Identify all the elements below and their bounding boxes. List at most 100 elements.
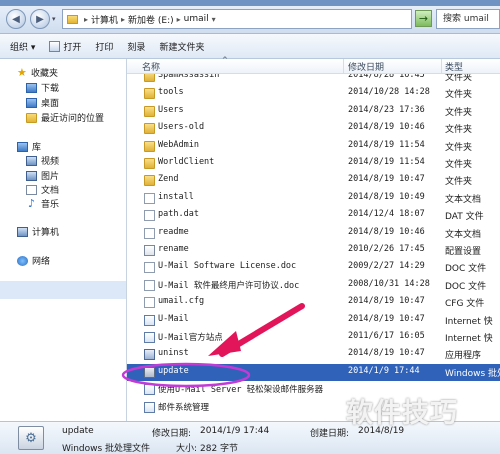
file-date: 2014/8/19 11:54: [348, 157, 425, 167]
file-type: 文件夹: [445, 74, 473, 83]
file-type: 文件夹: [445, 125, 473, 136]
new-folder-button[interactable]: 新建文件夹: [152, 40, 211, 53]
column-divider[interactable]: [441, 59, 442, 73]
nav-item-favorites[interactable]: ★ 收藏夹: [17, 66, 58, 79]
nav-item-libraries[interactable]: 库: [17, 140, 41, 153]
nav-label: 网络: [32, 257, 51, 267]
file-name: U-Mail: [158, 313, 189, 324]
file-name: U-Mail 软件最终用户许可协议.doc: [158, 280, 300, 291]
file-row[interactable]: Users-old 2014/8/19 10:46 文件夹: [127, 120, 500, 138]
nav-selection-highlight: [0, 281, 126, 299]
file-row[interactable]: umail.cfg 2014/8/19 10:47 CFG 文件: [127, 294, 500, 312]
nav-item-desktop[interactable]: 桌面: [26, 96, 59, 109]
watermark-text: 软件技巧: [346, 398, 458, 429]
shortcut-icon: [144, 314, 155, 326]
file-row[interactable]: update 2014/1/9 17:44 Windows 批处: [127, 363, 500, 382]
network-icon: [17, 255, 28, 266]
file-date: 2014/8/19 10:47: [348, 174, 425, 185]
file-name: umail.cfg: [158, 296, 205, 307]
nav-item-network[interactable]: 网络: [17, 254, 50, 267]
folder-icon: [144, 105, 155, 117]
nav-item-computer[interactable]: 计算机: [17, 225, 59, 238]
file-name: Users-old: [158, 122, 205, 133]
column-header-type[interactable]: 类型: [445, 60, 463, 73]
nav-label: 计算机: [32, 228, 60, 238]
file-name: tools: [158, 87, 184, 98]
file-row[interactable]: WebAdmin 2014/8/19 11:54 文件夹: [127, 138, 500, 156]
file-type: 文件夹: [445, 142, 473, 153]
nav-item-downloads[interactable]: 下载: [26, 81, 59, 94]
file-row[interactable]: uninst 2014/8/19 10:47 应用程序: [127, 346, 500, 364]
print-button[interactable]: 打印: [88, 40, 120, 53]
nav-item-recent[interactable]: 最近访问的位置: [26, 111, 104, 124]
back-button[interactable]: ◀: [6, 9, 26, 29]
folder-icon: [144, 175, 155, 187]
file-row[interactable]: U-Mail Software License.doc 2009/2/27 14:…: [127, 259, 500, 277]
file-row[interactable]: Zend 2014/8/19 10:47 文件夹: [127, 172, 500, 190]
video-icon: [26, 155, 37, 166]
file-name: SpamAssassin: [158, 74, 220, 80]
file-name: U-Mail Software License.doc: [158, 261, 297, 272]
nav-label: 最近访问的位置: [41, 114, 105, 124]
library-icon: [17, 141, 28, 152]
breadcrumb-drive[interactable]: 新加卷 (E:): [128, 13, 174, 26]
file-date: 2014/8/19 10:46: [348, 226, 425, 237]
file-type: Windows 批处: [445, 368, 500, 379]
chevron-right-icon[interactable]: ▸: [177, 15, 181, 24]
nav-item-music[interactable]: ♪ 音乐: [26, 197, 60, 211]
shortcut-icon: [144, 401, 155, 413]
file-row[interactable]: U-Mail 2014/8/19 10:47 Internet 快: [127, 312, 500, 330]
chevron-right-icon[interactable]: ▸: [121, 15, 125, 24]
file-date: 2014/8/19 10:47: [348, 296, 425, 307]
file-row[interactable]: Users 2014/8/23 17:36 文件夹: [127, 103, 500, 121]
file-row[interactable]: install 2014/8/19 10:49 文本文档: [127, 190, 500, 208]
file-type: 文件夹: [445, 160, 473, 170]
open-button[interactable]: 打开: [42, 40, 88, 53]
column-header-name[interactable]: 名称: [142, 60, 160, 73]
search-input[interactable]: 搜索 umail: [436, 9, 500, 29]
nav-label: 音乐: [41, 200, 60, 210]
computer-icon: [17, 226, 28, 237]
file-row[interactable]: tools 2014/10/28 14:28 文件夹: [127, 85, 500, 103]
file-row[interactable]: U-Mail官方站点 2011/6/17 16:05 Internet 快: [127, 329, 500, 347]
nav-label: 视频: [41, 157, 60, 167]
go-refresh-button[interactable]: →: [415, 10, 432, 27]
file-date: 2014/8/19 10:47: [348, 348, 425, 359]
nav-item-pictures[interactable]: 图片: [26, 169, 59, 182]
file-row[interactable]: readme 2014/8/19 10:46 文本文档: [127, 225, 500, 243]
batch-file-icon: [144, 366, 155, 378]
nav-label: 文档: [41, 186, 60, 196]
open-icon: [49, 40, 61, 52]
forward-button[interactable]: ▶: [30, 9, 50, 29]
file-row[interactable]: U-Mail 软件最终用户许可协议.doc 2008/10/31 14:28 DOC…: [127, 277, 500, 295]
file-row[interactable]: WorldClient 2014/8/19 11:54 文件夹: [127, 155, 500, 173]
address-box[interactable]: ▸ 计算机 ▸ 新加卷 (E:) ▸ umail ▾: [62, 9, 412, 29]
open-label: 打开: [63, 42, 82, 53]
file-name: install: [158, 191, 194, 202]
breadcrumb-umail[interactable]: umail: [184, 14, 209, 24]
file-date: 2010/2/26 17:45: [348, 244, 425, 254]
breadcrumb-computer[interactable]: 计算机: [91, 13, 118, 26]
file-type: CFG 文件: [445, 299, 485, 310]
chevron-down-icon[interactable]: ▾: [212, 15, 216, 24]
file-row[interactable]: path.dat 2014/12/4 18:07 DAT 文件: [127, 207, 500, 225]
file-row[interactable]: rename 2010/2/26 17:45 配置设置: [127, 242, 500, 260]
column-header-date[interactable]: 修改日期: [348, 60, 384, 73]
organize-button[interactable]: 组织 ▾: [0, 40, 42, 53]
recent-places-icon: [26, 112, 37, 123]
address-bar-row: ◀ ▶ ▾ ▸ 计算机 ▸ 新加卷 (E:) ▸ umail ▾ → 搜索 um…: [0, 6, 500, 34]
file-type: DAT 文件: [445, 212, 484, 223]
file-icon: [144, 262, 155, 274]
nav-item-documents[interactable]: 文档: [26, 183, 59, 196]
file-type: 文本文档: [445, 194, 482, 205]
file-date: 2014/10/28 14:28: [348, 87, 430, 98]
column-divider[interactable]: [343, 59, 344, 73]
file-type: 文件夹: [445, 107, 473, 118]
nav-item-videos[interactable]: 视频: [26, 154, 59, 167]
chevron-right-icon[interactable]: ▸: [84, 15, 88, 24]
file-row[interactable]: SpamAssassin 2014/8/28 16:45 文件夹: [127, 74, 500, 86]
download-icon: [26, 82, 37, 93]
burn-button[interactable]: 刻录: [120, 40, 152, 53]
recent-pages-dropdown-icon[interactable]: ▾: [52, 15, 56, 23]
file-date: 2014/1/9 17:44: [348, 365, 420, 376]
